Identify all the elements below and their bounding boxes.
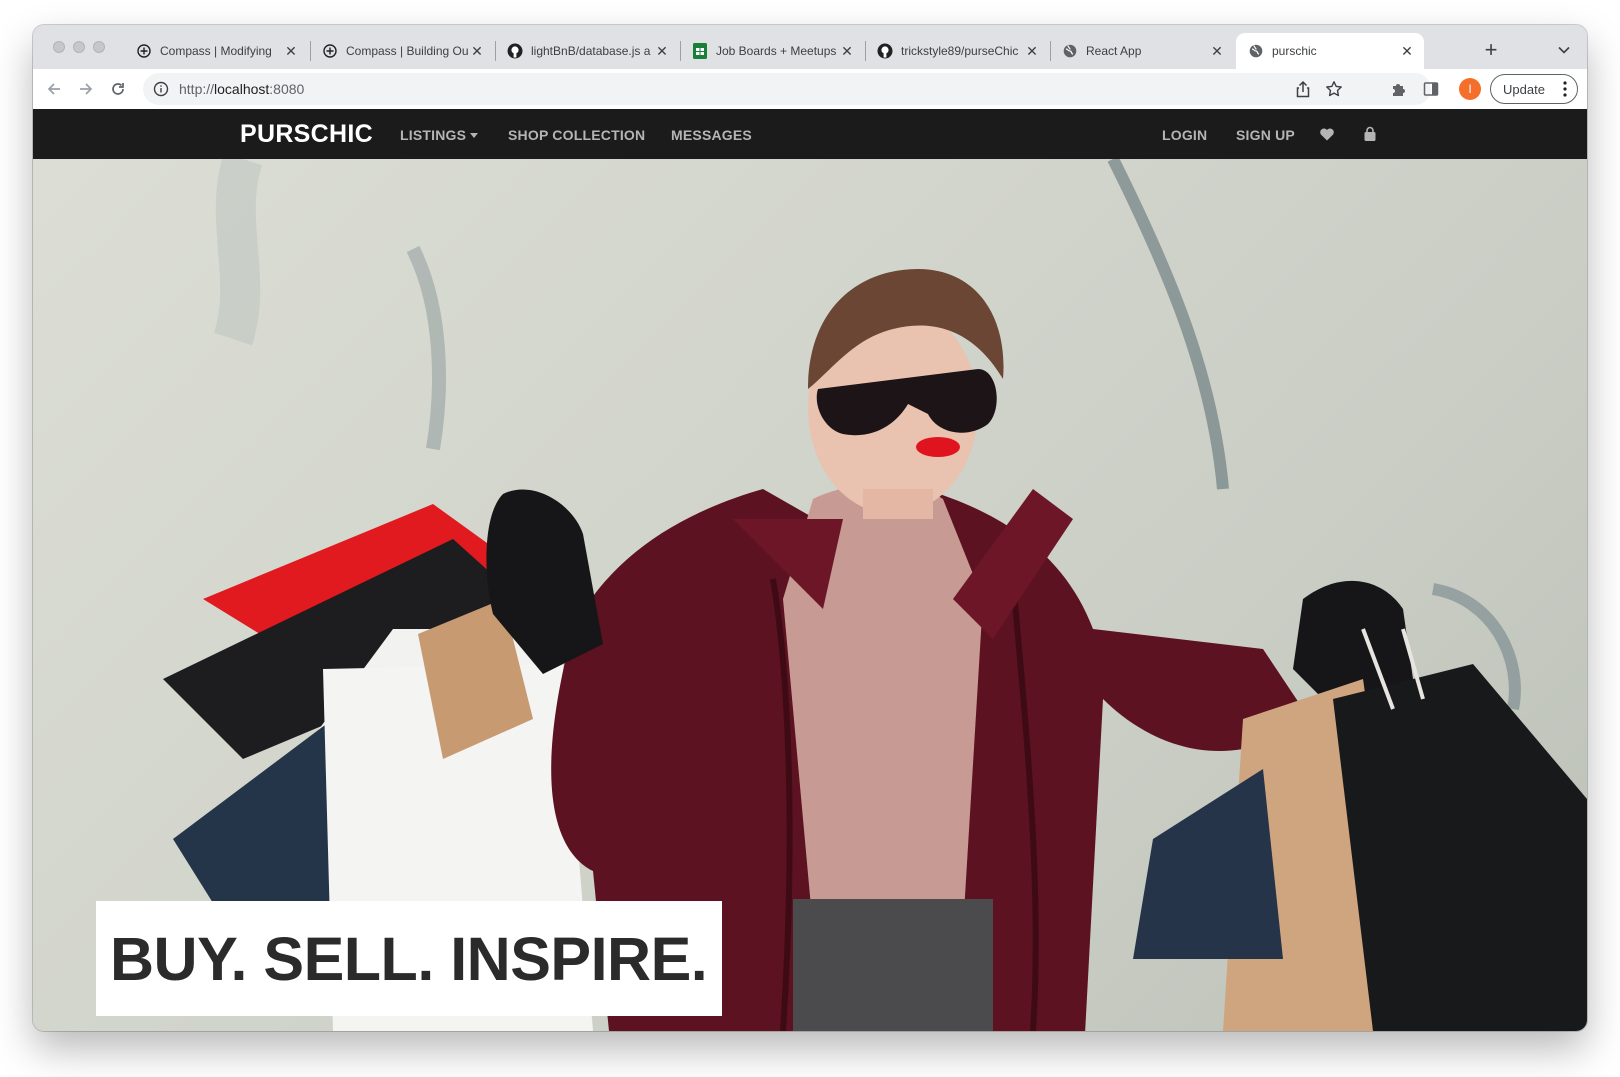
tab-compass-building[interactable]: Compass | Building Ou ✕	[310, 33, 494, 69]
back-button[interactable]	[41, 76, 67, 102]
browser-toolbar: http://localhost:8080 I Update	[33, 69, 1587, 109]
hero-banner: BUY. SELL. INSPIRE.	[33, 159, 1587, 1031]
reload-button[interactable]	[105, 76, 131, 102]
tagline-box: BUY. SELL. INSPIRE.	[96, 901, 722, 1016]
share-icon[interactable]	[1293, 79, 1313, 99]
tab-lightbnb-database[interactable]: lightBnB/database.js a ✕	[495, 33, 679, 69]
tab-close-icon[interactable]: ✕	[1209, 43, 1225, 59]
compass-icon	[322, 43, 338, 59]
sheets-icon	[692, 43, 708, 59]
tab-strip: Compass | Modifying ✕ Compass | Building…	[33, 25, 1587, 69]
address-bar[interactable]: http://localhost:8080	[143, 73, 1431, 105]
tab-close-icon[interactable]: ✕	[654, 43, 670, 59]
tab-title: lightBnB/database.js a	[531, 44, 651, 58]
tab-job-boards[interactable]: Job Boards + Meetups ✕	[680, 33, 864, 69]
reload-icon	[112, 83, 124, 95]
tab-title: purschic	[1272, 44, 1317, 58]
globe-icon	[1248, 43, 1264, 59]
page-viewport: PURSCHIC LISTINGS SHOP COLLECTION MESSAG…	[33, 109, 1587, 1031]
url-port: :8080	[269, 81, 305, 97]
forward-button[interactable]	[73, 76, 99, 102]
hero-tagline: BUY. SELL. INSPIRE.	[110, 924, 708, 993]
extensions-puzzle-icon[interactable]	[1389, 79, 1409, 99]
tab-close-icon[interactable]: ✕	[283, 43, 299, 59]
new-tab-button[interactable]: +	[1478, 37, 1504, 63]
browser-window: Compass | Modifying ✕ Compass | Building…	[33, 25, 1587, 1031]
window-zoom-button[interactable]	[93, 41, 105, 53]
info-icon[interactable]	[153, 81, 169, 97]
side-panel-icon[interactable]	[1421, 79, 1441, 99]
tab-compass-modifying[interactable]: Compass | Modifying ✕	[124, 33, 308, 69]
shopping-bag-icon[interactable]	[1362, 126, 1378, 142]
tab-title: trickstyle89/purseChic	[901, 44, 1019, 58]
window-close-button[interactable]	[53, 41, 65, 53]
update-label: Update	[1503, 81, 1545, 97]
window-minimize-button[interactable]	[73, 41, 85, 53]
brand-logo[interactable]: PURSCHIC	[240, 120, 373, 149]
tab-close-icon[interactable]: ✕	[1024, 43, 1040, 59]
tab-title: Compass | Building Ou	[346, 44, 469, 58]
nav-login[interactable]: LOGIN	[1162, 127, 1207, 143]
more-vert-icon	[1563, 81, 1567, 97]
tab-close-icon[interactable]: ✕	[839, 43, 855, 59]
tab-search-button[interactable]	[1553, 39, 1575, 61]
arrow-left-icon	[47, 83, 60, 95]
url-host: localhost	[214, 81, 270, 97]
chevron-down-icon	[1558, 46, 1570, 54]
tab-close-icon[interactable]: ✕	[469, 43, 485, 59]
nav-listings[interactable]: LISTINGS	[400, 127, 479, 143]
nav-messages[interactable]: MESSAGES	[671, 127, 752, 143]
globe-icon	[1062, 43, 1078, 59]
tab-react-app[interactable]: React App ✕	[1050, 33, 1234, 69]
url-scheme: http://	[179, 81, 215, 97]
heart-icon[interactable]	[1319, 126, 1335, 142]
profile-avatar[interactable]: I	[1459, 78, 1481, 100]
github-icon	[877, 43, 893, 59]
tab-title: React App	[1086, 44, 1142, 58]
url-text: http://localhost:8080	[179, 81, 304, 97]
update-button[interactable]: Update	[1490, 74, 1578, 104]
nav-sign-up[interactable]: SIGN UP	[1236, 127, 1295, 143]
tab-purschic[interactable]: purschic ✕	[1236, 33, 1424, 69]
arrow-right-icon	[80, 83, 93, 95]
tab-title: Compass | Modifying	[160, 44, 272, 58]
tab-close-icon[interactable]: ✕	[1399, 43, 1415, 59]
github-icon	[507, 43, 523, 59]
tab-trickstyle-pursechic[interactable]: trickstyle89/purseChic ✕	[865, 33, 1049, 69]
nav-shop-collection[interactable]: SHOP COLLECTION	[508, 127, 645, 143]
tab-title: Job Boards + Meetups	[716, 44, 837, 58]
site-navbar: PURSCHIC LISTINGS SHOP COLLECTION MESSAG…	[33, 109, 1587, 159]
nav-listings-label: LISTINGS	[400, 127, 467, 143]
compass-icon	[136, 43, 152, 59]
bookmark-star-icon[interactable]	[1324, 79, 1344, 99]
caret-down-icon	[470, 132, 479, 138]
